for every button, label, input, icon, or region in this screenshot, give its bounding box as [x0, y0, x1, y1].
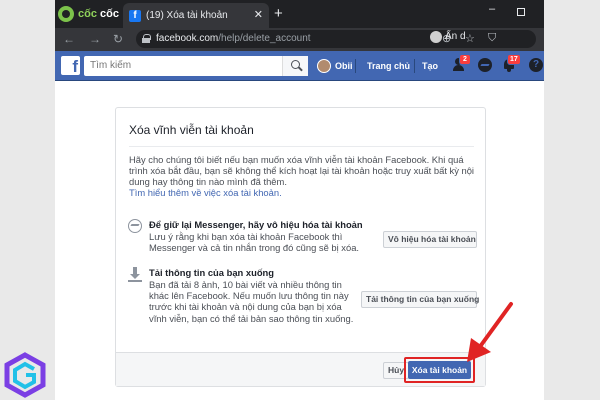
- coccoc-logo-icon: [58, 6, 74, 22]
- brand-suffix: cốc: [100, 8, 119, 20]
- maximize-icon[interactable]: [517, 8, 525, 16]
- browser-brand[interactable]: cốc cốc: [58, 4, 119, 24]
- download-icon: [128, 267, 142, 282]
- create-link[interactable]: Tạo: [422, 61, 438, 71]
- back-icon[interactable]: ←: [63, 31, 75, 47]
- profile-label[interactable]: Ẩn d: [445, 31, 466, 42]
- watermark-logo-icon: [4, 352, 46, 398]
- option-download-description: Bạn đã tải 8 ảnh, 10 bài viết và nhiều t…: [149, 279, 354, 324]
- avatar: [317, 59, 331, 73]
- lock-icon: [142, 34, 151, 43]
- bookmark-star-icon[interactable]: ☆: [465, 32, 475, 45]
- intro-text: Hãy cho chúng tôi biết nếu bạn muốn xóa …: [129, 154, 475, 187]
- messenger-icon: [128, 219, 142, 233]
- incognito-avatar-icon[interactable]: [430, 31, 442, 43]
- shield-icon[interactable]: ⛉: [488, 32, 496, 45]
- learn-more-link[interactable]: Tìm hiểu thêm về việc xóa tài khoản.: [129, 187, 477, 198]
- user-name: Obii: [335, 61, 353, 71]
- tab-delete-account[interactable]: f (19) Xóa tài khoản ✕: [123, 3, 269, 28]
- forward-icon[interactable]: →: [89, 31, 101, 47]
- divider: [414, 59, 415, 73]
- help-icon[interactable]: ?: [529, 58, 543, 72]
- search-input[interactable]: Tìm kiếm: [90, 60, 131, 71]
- option-messenger-title: Để giữ lại Messenger, hãy vô hiệu hóa tà…: [149, 219, 363, 230]
- url-text: facebook.com/help/delete_account: [156, 33, 311, 44]
- profile-link[interactable]: Obii: [317, 59, 353, 73]
- home-link[interactable]: Trang chủ: [367, 61, 410, 71]
- messenger-icon[interactable]: [478, 58, 492, 72]
- option-download-title: Tải thông tin của bạn xuống: [149, 267, 274, 278]
- dialog-title: Xóa vĩnh viễn tài khoản: [129, 123, 254, 137]
- tab-close-icon[interactable]: ✕: [254, 8, 263, 21]
- browser-toolbar: ← → ↻ facebook.com/help/delete_account ⊕…: [55, 28, 544, 51]
- minimize-icon[interactable]: –: [489, 3, 495, 15]
- tab-title: (19) Xóa tài khoản: [146, 10, 228, 21]
- address-bar[interactable]: facebook.com/help/delete_account ⊕ ☆ ⛉: [136, 30, 536, 48]
- facebook-logo[interactable]: f: [61, 56, 80, 75]
- friend-requests-badge: 2: [459, 54, 471, 65]
- facebook-favicon-icon: f: [129, 9, 141, 22]
- deactivate-account-button[interactable]: Vô hiệu hóa tài khoản: [383, 231, 477, 248]
- divider: [129, 146, 474, 147]
- search-icon[interactable]: [282, 56, 308, 76]
- tab-strip: cốc cốc f (19) Xóa tài khoản ✕ + –: [55, 0, 544, 28]
- search-box[interactable]: Tìm kiếm: [84, 56, 308, 76]
- facebook-top-bar: f Tìm kiếm Obii Trang chủ Tạo 2 17 ?: [55, 51, 544, 81]
- new-tab-icon[interactable]: +: [274, 6, 283, 21]
- url-path: /help/delete_account: [218, 33, 311, 44]
- divider: [355, 59, 356, 73]
- dialog-intro: Hãy cho chúng tôi biết nếu bạn muốn xóa …: [129, 154, 477, 198]
- option-messenger-description: Lưu ý rằng khi bạn xóa tài khoản Faceboo…: [149, 231, 360, 254]
- brand-prefix: cốc: [78, 8, 97, 20]
- reload-icon[interactable]: ↻: [113, 31, 123, 47]
- notifications-badge: 17: [507, 54, 521, 65]
- annotation-arrow-icon: [467, 302, 513, 362]
- url-host: facebook.com: [156, 33, 219, 44]
